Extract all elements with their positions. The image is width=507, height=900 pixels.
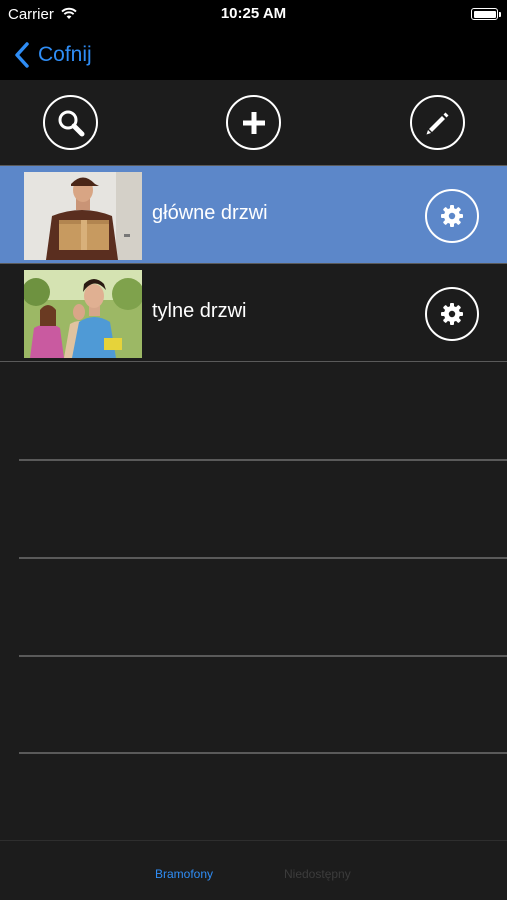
empty-row-separator <box>19 655 507 657</box>
door-settings-button[interactable] <box>425 287 479 341</box>
add-button[interactable] <box>226 95 281 150</box>
door-label: tylne drzwi <box>152 300 247 322</box>
back-label: Cofnij <box>38 43 92 66</box>
back-button[interactable]: Cofnij <box>14 38 92 72</box>
plus-icon <box>242 111 265 134</box>
door-settings-button[interactable] <box>425 189 479 243</box>
gear-icon <box>441 303 463 325</box>
search-icon <box>58 110 84 136</box>
status-bar: Carrier 10:25 AM <box>0 0 507 30</box>
door-row-back[interactable]: tylne drzwi <box>0 264 507 362</box>
toolbar <box>0 80 507 166</box>
door-label: główne drzwi <box>152 202 268 224</box>
empty-row-separator <box>19 557 507 559</box>
door-thumbnail <box>24 172 142 260</box>
gear-icon <box>441 205 463 227</box>
chevron-left-icon <box>15 42 29 68</box>
door-thumbnail <box>24 270 142 358</box>
navigation-bar: Cofnij <box>0 30 507 80</box>
search-button[interactable] <box>43 95 98 150</box>
delivery-man-photo <box>24 172 142 260</box>
tab-unavailable[interactable]: Niedostępny <box>284 867 351 881</box>
clock: 10:25 AM <box>220 5 287 22</box>
door-row-main[interactable]: główne drzwi <box>0 166 507 264</box>
tab-bar: Bramofony Niedostępny <box>0 840 507 900</box>
empty-row-separator <box>19 459 507 461</box>
battery-icon <box>471 8 501 20</box>
students-photo <box>24 270 142 358</box>
empty-row-separator <box>19 752 507 754</box>
pencil-icon <box>426 112 448 134</box>
door-list: główne drzwi tylne drzwi <box>0 166 507 362</box>
tab-intercoms[interactable]: Bramofony <box>155 867 213 881</box>
edit-button[interactable] <box>410 95 465 150</box>
